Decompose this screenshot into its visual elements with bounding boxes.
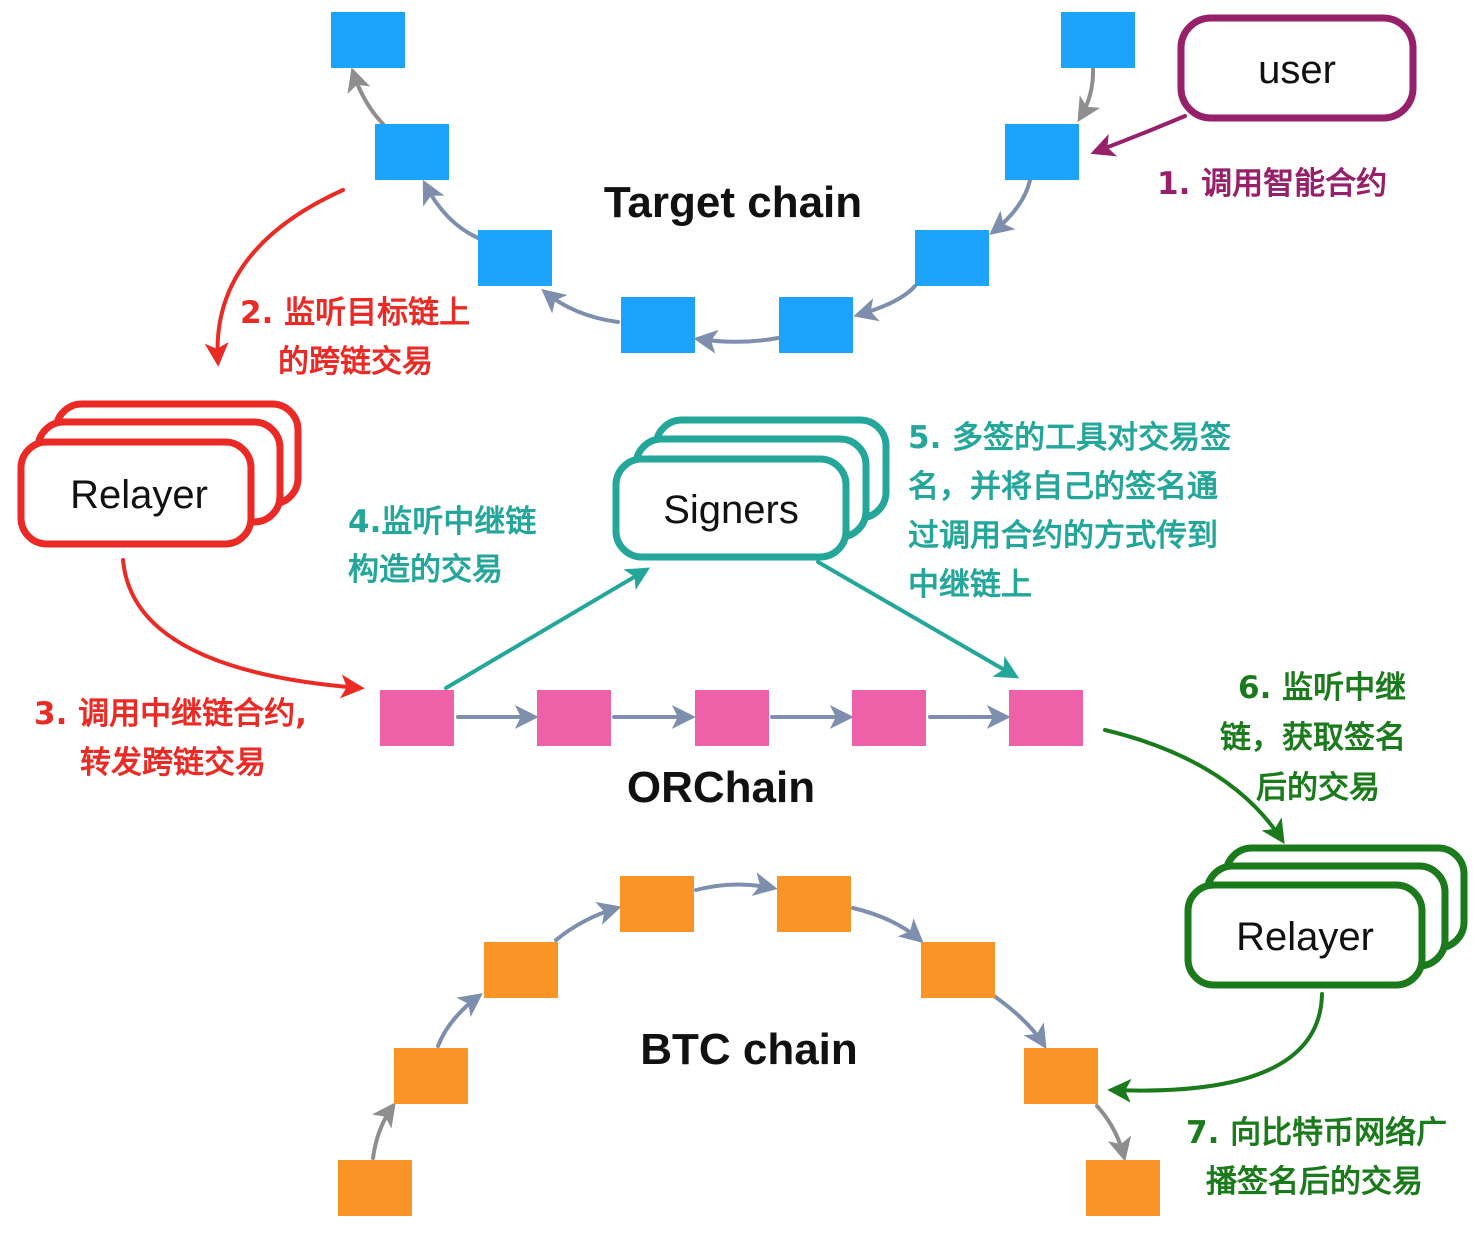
target-chain-arrow <box>989 178 1032 236</box>
target-chain-block <box>621 297 695 353</box>
orchain-title: ORChain <box>627 763 815 812</box>
btc-chain-arrow <box>1095 1104 1132 1162</box>
btc-chain: BTC chain <box>338 872 1160 1216</box>
user-call-arrow <box>1090 114 1187 157</box>
relayer-listen-target-arrow <box>204 188 345 367</box>
target-chain-block <box>375 124 449 180</box>
relayer-left-label: Relayer <box>70 473 208 517</box>
btc-chain-arrow <box>436 993 483 1048</box>
step-1-note: 1. 调用智能合约 <box>1157 166 1387 202</box>
btc-chain-block <box>338 1160 412 1216</box>
target-chain-title: Target chain <box>604 178 862 227</box>
target-chain-block <box>1005 124 1079 180</box>
btc-chain-block <box>484 942 558 998</box>
btc-chain-block <box>921 942 995 998</box>
btc-chain-block <box>1086 1160 1160 1216</box>
target-chain-arrow <box>347 67 385 126</box>
relayer-right-label: Relayer <box>1236 915 1374 959</box>
step-3-note: 3. 调用中继链合约, 转发跨链交易 <box>34 696 318 781</box>
target-chain-arrow <box>853 284 917 322</box>
btc-chain-arrow <box>851 906 924 944</box>
btc-chain-block <box>777 876 851 932</box>
step-4-note: 4.监听中继链 构造的交易 <box>348 504 547 588</box>
step-5-note: 5. 多签的工具对交易签 名，并将自己的签名通 过调用合约的方式传到 中继链上 <box>908 420 1242 603</box>
relayer-right-broadcast-arrow <box>1107 992 1324 1103</box>
btc-chain-arrow <box>992 994 1047 1050</box>
orchain-block <box>695 690 769 746</box>
step-6-note: 6. 监听中继 链，获取签名 后的交易 <box>1220 670 1417 806</box>
btc-chain-arrow <box>694 872 778 896</box>
btc-chain-title: BTC chain <box>640 1025 858 1074</box>
user-actor: user 1. 调用智能合约 <box>1090 14 1417 202</box>
btc-chain-block <box>394 1048 468 1104</box>
orchain-block <box>1009 690 1083 746</box>
target-chain-arrow <box>541 288 620 324</box>
relayer-right: Relayer <box>1184 844 1468 989</box>
btc-chain-arrow <box>371 1102 396 1160</box>
btc-chain-block <box>620 876 694 932</box>
btc-chain-arrow <box>554 901 622 942</box>
target-chain-block <box>779 297 853 353</box>
diagram-canvas: Target chain user 1. 调用智能合约 Relayer 2. 监… <box>0 0 1484 1236</box>
step-2-note: 2. 监听目标链上 的跨链交易 <box>240 295 481 380</box>
target-chain-block <box>915 230 989 286</box>
orchain-block <box>380 690 454 746</box>
step-7-note: 7. 向比特币网络广 播签名后的交易 <box>1186 1115 1458 1200</box>
signers: Signers <box>612 416 890 561</box>
target-chain-arrow <box>693 329 780 354</box>
user-label: user <box>1258 48 1336 92</box>
target-chain-arrow <box>422 179 480 240</box>
orchain-block <box>537 690 611 746</box>
target-chain-arrow <box>1077 66 1101 123</box>
target-chain-block <box>331 12 405 68</box>
orchain: ORChain <box>380 690 1083 812</box>
orchain-block <box>852 690 926 746</box>
target-chain-block <box>478 230 552 286</box>
relayer-forward-arrow <box>121 558 365 699</box>
signers-label: Signers <box>663 488 799 532</box>
btc-chain-block <box>1024 1048 1098 1104</box>
relayer-left: Relayer <box>17 400 302 548</box>
target-chain-block <box>1061 12 1135 68</box>
